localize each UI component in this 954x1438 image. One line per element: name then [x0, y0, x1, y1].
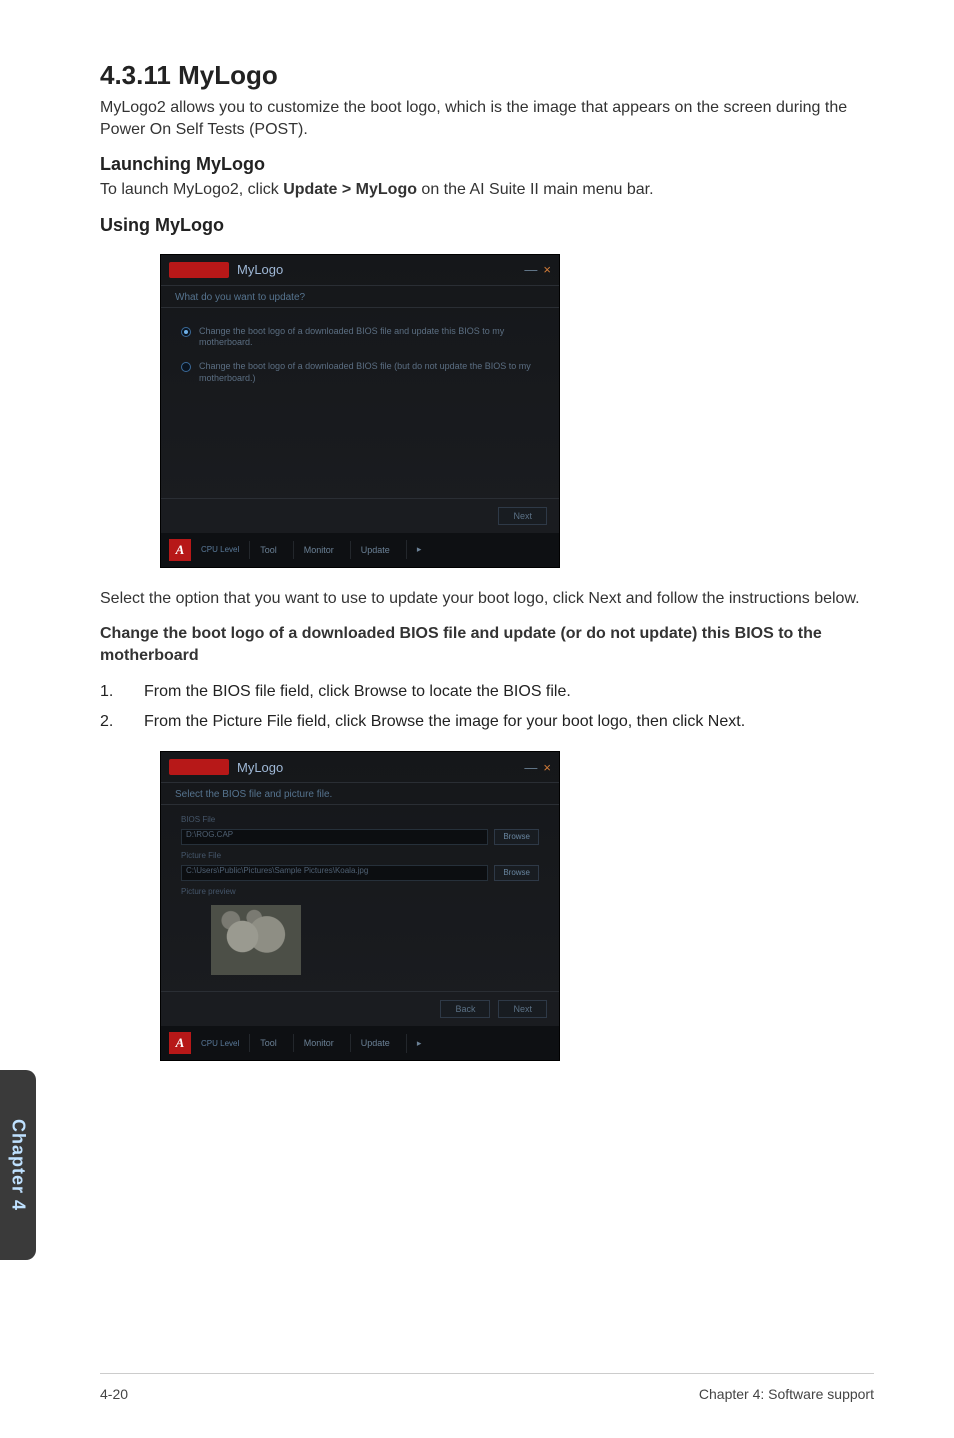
radio-icon: [181, 362, 191, 372]
ai-suite-icon[interactable]: A: [169, 539, 191, 561]
intro-paragraph: MyLogo2 allows you to customize the boot…: [100, 97, 874, 140]
launch-pre: To launch MyLogo2, click: [100, 181, 283, 198]
picture-preview-label: Picture preview: [181, 887, 539, 897]
launching-paragraph: To launch MyLogo2, click Update > MyLogo…: [100, 179, 874, 201]
rog-brand-logo: [169, 759, 229, 775]
cpu-level-indicator: CPU Level: [197, 543, 243, 556]
prompt-text: What do you want to update?: [161, 285, 559, 308]
mid-paragraph: Select the option that you want to use t…: [100, 588, 874, 610]
launching-heading: Launching MyLogo: [100, 154, 874, 175]
step-2: 2. From the Picture File field, click Br…: [100, 711, 874, 733]
minimize-icon[interactable]: —: [524, 262, 537, 277]
launch-bold: Update > MyLogo: [283, 181, 417, 198]
chapter-side-label: Chapter 4: [8, 1119, 29, 1211]
step-text: From the BIOS file field, click Browse t…: [144, 681, 571, 703]
update-tab[interactable]: Update: [350, 541, 400, 559]
mid-bold-heading: Change the boot logo of a downloaded BIO…: [100, 623, 874, 666]
radio-option-2[interactable]: Change the boot logo of a downloaded BIO…: [181, 361, 539, 384]
radio-label-1: Change the boot logo of a downloaded BIO…: [199, 326, 539, 349]
launch-post: on the AI Suite II main menu bar.: [417, 181, 654, 198]
koala-image: [211, 905, 301, 975]
expand-icon[interactable]: ▸: [406, 540, 432, 559]
window-titlebar: MyLogo — ×: [161, 752, 559, 782]
footer-divider: [100, 1373, 874, 1374]
footer-chapter-title: Chapter 4: Software support: [699, 1386, 874, 1402]
ai-suite-icon[interactable]: A: [169, 1032, 191, 1054]
monitor-tab[interactable]: Monitor: [293, 1034, 344, 1052]
mylogo-screenshot-1: MyLogo — × What do you want to update? C…: [160, 254, 560, 568]
picture-preview: [211, 905, 301, 975]
mylogo-screenshot-2: MyLogo — × Select the BIOS file and pict…: [160, 751, 560, 1061]
page-number: 4-20: [100, 1386, 128, 1402]
section-heading: 4.3.11 MyLogo: [100, 60, 874, 91]
back-button[interactable]: Back: [440, 1000, 490, 1018]
bios-file-label: BIOS File: [181, 815, 539, 825]
step-1: 1. From the BIOS file field, click Brows…: [100, 681, 874, 703]
prompt-text: Select the BIOS file and picture file.: [161, 782, 559, 805]
window-titlebar: MyLogo — ×: [161, 255, 559, 285]
step-number: 1.: [100, 681, 120, 703]
minimize-icon[interactable]: —: [524, 760, 537, 775]
picture-file-label: Picture File: [181, 851, 539, 861]
using-heading: Using MyLogo: [100, 215, 874, 236]
expand-icon[interactable]: ▸: [406, 1034, 432, 1053]
step-number: 2.: [100, 711, 120, 733]
window-title: MyLogo: [237, 262, 283, 277]
window-title: MyLogo: [237, 760, 283, 775]
next-button[interactable]: Next: [498, 1000, 547, 1018]
bios-browse-button[interactable]: Browse: [494, 829, 539, 845]
chapter-side-tab: Chapter 4: [0, 1070, 36, 1260]
cpu-level-indicator: CPU Level: [197, 1037, 243, 1050]
monitor-tab[interactable]: Monitor: [293, 541, 344, 559]
close-icon[interactable]: ×: [543, 262, 551, 277]
update-tab[interactable]: Update: [350, 1034, 400, 1052]
bios-file-input[interactable]: D:\ROG.CAP: [181, 829, 488, 845]
picture-browse-button[interactable]: Browse: [494, 865, 539, 881]
picture-file-input[interactable]: C:\Users\Public\Pictures\Sample Pictures…: [181, 865, 488, 881]
step-text: From the Picture File field, click Brows…: [144, 711, 745, 733]
next-button[interactable]: Next: [498, 507, 547, 525]
radio-option-1[interactable]: Change the boot logo of a downloaded BIO…: [181, 326, 539, 349]
radio-label-2: Change the boot logo of a downloaded BIO…: [199, 361, 539, 384]
rog-brand-logo: [169, 262, 229, 278]
tool-tab[interactable]: Tool: [249, 1034, 287, 1052]
tool-tab[interactable]: Tool: [249, 541, 287, 559]
close-icon[interactable]: ×: [543, 760, 551, 775]
radio-icon: [181, 327, 191, 337]
